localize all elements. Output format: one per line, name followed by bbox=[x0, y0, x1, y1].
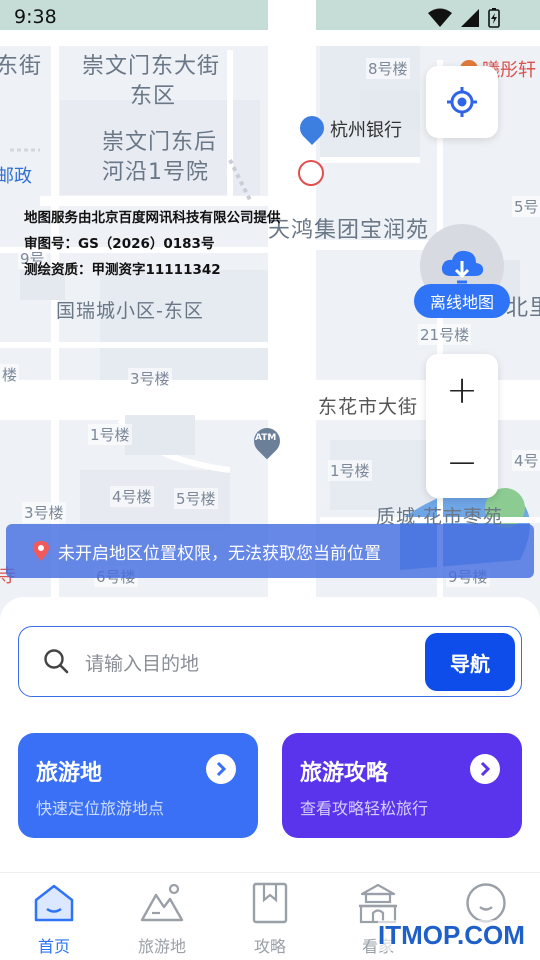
tab-destinations[interactable]: 旅游地 bbox=[108, 881, 216, 957]
map-label: 崇文门东大街 bbox=[82, 54, 221, 79]
travel-guide-card[interactable]: 旅游攻略 查看攻略轻松旅行 bbox=[282, 733, 522, 838]
map-label: 东街 bbox=[0, 54, 43, 79]
map-label: 4号 bbox=[512, 450, 540, 471]
copyright-line: 测绘资质：甲测资字11111342 bbox=[24, 262, 221, 278]
location-pin-icon bbox=[32, 540, 50, 562]
offline-map-button[interactable]: 离线地图 bbox=[414, 224, 510, 320]
poi-atm[interactable]: ATM bbox=[248, 422, 286, 460]
wifi-icon bbox=[428, 8, 452, 27]
chevron-right-icon bbox=[470, 754, 500, 784]
map-label: 崇文门东后 bbox=[102, 130, 218, 155]
map-label: 东花市大街 bbox=[318, 396, 419, 418]
status-time: 9:38 bbox=[14, 6, 57, 28]
map-label: 东区 bbox=[130, 84, 177, 109]
zoom-control: + − bbox=[426, 354, 498, 498]
map-label: 8号楼 bbox=[366, 58, 410, 79]
map-label: 3号楼 bbox=[22, 502, 66, 523]
card-subtitle: 快速定位旅游地点 bbox=[36, 799, 165, 818]
map-label: 楼 bbox=[0, 364, 20, 385]
search-icon bbox=[44, 649, 69, 674]
status-bar: 9:38 bbox=[0, 0, 540, 36]
poi-bank[interactable]: 杭州银行 bbox=[295, 111, 402, 145]
map-label: 5号楼 bbox=[174, 488, 218, 509]
zoom-in-button[interactable]: + bbox=[426, 354, 498, 426]
card-title: 旅游地 bbox=[36, 761, 103, 786]
map-label: 4号楼 bbox=[110, 486, 154, 507]
permission-notice-text: 未开启地区位置权限，无法获取您当前位置 bbox=[58, 543, 381, 564]
navigate-button[interactable]: 导航 bbox=[425, 633, 515, 691]
post-office-icon bbox=[298, 160, 324, 190]
map-label: 天鸿集团宝润苑 bbox=[268, 218, 430, 243]
atm-label: ATM bbox=[255, 433, 277, 443]
tab-guides[interactable]: 攻略 bbox=[216, 881, 324, 957]
home-icon bbox=[0, 881, 108, 925]
zoom-out-button[interactable]: − bbox=[426, 426, 498, 498]
map-label: 北里 bbox=[506, 296, 540, 321]
crosshair-locate-icon bbox=[447, 87, 477, 117]
map-label: 1号楼 bbox=[88, 424, 132, 445]
tab-home[interactable]: 首页 bbox=[0, 881, 108, 957]
bookmark-icon bbox=[216, 881, 324, 925]
offline-map-label: 离线地图 bbox=[414, 284, 510, 318]
status-icons bbox=[428, 8, 500, 28]
tab-label: 首页 bbox=[37, 937, 70, 956]
destination-input[interactable]: 请输入目的地 bbox=[85, 649, 199, 676]
location-permission-banner[interactable]: 未开启地区位置权限，无法获取您当前位置 bbox=[6, 524, 534, 578]
locate-button[interactable] bbox=[426, 66, 498, 138]
chevron-right-icon bbox=[206, 754, 236, 784]
map-view[interactable]: 东街 崇文门东大街 东区 8号楼 曦彤轩 崇文门东后 河沿1号院 杭州银行 邮政… bbox=[0, 0, 540, 640]
map-label: 3号楼 bbox=[128, 368, 172, 389]
tab-label: 攻略 bbox=[253, 937, 286, 956]
map-label: 21号楼 bbox=[418, 324, 472, 345]
smile-icon bbox=[432, 881, 540, 925]
map-label: 1号楼 bbox=[328, 460, 372, 481]
mountain-icon bbox=[108, 881, 216, 925]
watermark: ITMOP.COM bbox=[378, 920, 525, 951]
map-label: 国瑞城小区-东区 bbox=[56, 300, 204, 322]
cloud-download-icon bbox=[441, 250, 484, 284]
card-title: 旅游攻略 bbox=[300, 761, 389, 786]
card-subtitle: 查看攻略轻松旅行 bbox=[300, 799, 429, 818]
map-label: 邮政 bbox=[0, 166, 32, 187]
copyright-line: 地图服务由北京百度网讯科技有限公司提供 bbox=[24, 210, 281, 226]
gate-tower-icon bbox=[324, 881, 432, 925]
cellular-signal-icon bbox=[461, 9, 479, 27]
map-label: 5号 bbox=[512, 196, 540, 217]
destination-search-bar: 请输入目的地 导航 bbox=[18, 626, 522, 697]
tab-label: 旅游地 bbox=[137, 937, 186, 956]
map-label: 河沿1号院 bbox=[102, 160, 209, 185]
battery-icon bbox=[488, 8, 500, 28]
copyright-line: 审图号：GS（2026）0183号 bbox=[24, 236, 215, 252]
travel-destination-card[interactable]: 旅游地 快速定位旅游地点 bbox=[18, 733, 258, 838]
map-label-text: 杭州银行 bbox=[330, 120, 402, 141]
map-copyright: 地图服务由北京百度网讯科技有限公司提供 审图号：GS（2026）0183号 测绘… bbox=[24, 205, 281, 283]
